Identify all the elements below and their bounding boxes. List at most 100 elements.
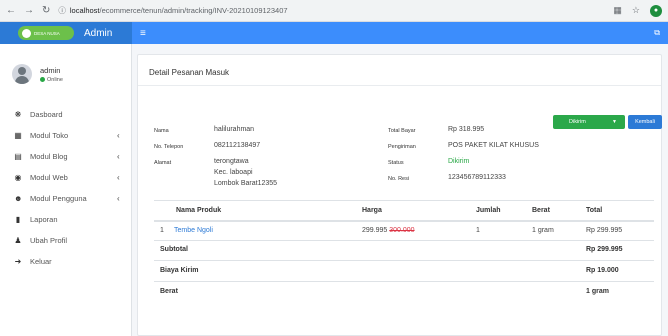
chevron-left-icon: ‹ (117, 152, 120, 161)
url-host: localhost (69, 6, 100, 15)
product-weight: 1 gram (532, 227, 554, 234)
chevron-left-icon: ‹ (117, 131, 120, 140)
chevron-left-icon: ‹ (117, 173, 120, 182)
avatar (12, 64, 32, 84)
file-icon: ▮ (15, 215, 21, 224)
status-label: Status (388, 160, 404, 166)
price-original: 300.000 (389, 227, 415, 234)
palette-icon: ❋ (14, 110, 22, 119)
row-number: 1 (160, 227, 164, 234)
product-link[interactable]: Tembe Ngoli (174, 227, 213, 234)
back-icon[interactable]: ← (6, 5, 16, 16)
alamat-line-2: Kec. laboapi (214, 169, 253, 176)
user-status: Online (40, 77, 63, 83)
sidebar-menu: ❋ Dasboard ▦ Modul Toko ‹ ▤ Modul Blog ‹… (0, 104, 131, 272)
table-top-border (154, 200, 654, 201)
chevron-left-icon: ‹ (117, 194, 120, 203)
pengiriman-value: POS PAKET KILAT KHUSUS (448, 142, 539, 149)
pengiriman-label: Pengiriman (388, 144, 416, 150)
subtotal-label: Subtotal (160, 246, 188, 253)
caret-down-icon: ▼ (612, 119, 617, 125)
user-panel: admin Online (0, 44, 131, 92)
user-name: admin (40, 65, 61, 75)
address-bar[interactable]: ⓘ localhost /ecommerce/tenun/admin/track… (58, 5, 613, 16)
row-divider (154, 281, 654, 282)
product-price: 299.995 300.000 (362, 227, 415, 234)
star-icon[interactable]: ☆ (632, 5, 640, 16)
url-path: /ecommerce/tenun/admin/tracking/INV-2021… (99, 6, 288, 15)
total-bayar-label: Total Bayar (388, 128, 416, 134)
nama-label: Nama (154, 128, 169, 134)
sidebar-item-label: Modul Pengguna (30, 194, 87, 203)
sidebar-item-label: Modul Blog (30, 152, 68, 161)
browser-toolbar: ← → ↻ ⓘ localhost /ecommerce/tenun/admin… (0, 0, 668, 22)
sidebar-item-keluar[interactable]: ➜ Keluar (0, 251, 131, 272)
sidebar-item-modul-blog[interactable]: ▤ Modul Blog ‹ (0, 146, 131, 167)
alamat-label: Alamat (154, 160, 172, 166)
nama-value: halilurahman (214, 126, 255, 133)
alamat-line-3: Lombok Barat12355 (214, 180, 278, 187)
product-total: Rp 299.995 (586, 227, 623, 234)
navbar: ≡ ⧉ (132, 22, 668, 44)
sidebar-item-dasboard[interactable]: ❋ Dasboard (0, 104, 131, 125)
telepon-label: No. Telepon (154, 144, 184, 150)
th-total: Total (586, 207, 603, 214)
hamburger-icon[interactable]: ≡ (140, 28, 146, 39)
row-divider (154, 240, 654, 241)
biaya-kirim-label: Biaya Kirim (160, 267, 199, 274)
sidebar-item-modul-toko[interactable]: ▦ Modul Toko ‹ (0, 125, 131, 146)
reload-icon[interactable]: ↻ (42, 5, 50, 16)
logo-mark-icon (22, 28, 31, 38)
telepon-value: 082112138497 (214, 142, 261, 149)
berat-label: Berat (160, 288, 178, 295)
user-icon: ♟ (14, 236, 22, 245)
sign-out-icon: ➜ (14, 257, 22, 266)
resi-label: No. Resi (388, 176, 410, 182)
online-dot-icon (40, 77, 45, 82)
expand-icon[interactable]: ⧉ (654, 28, 660, 38)
info-icon: ⓘ (58, 6, 66, 15)
forward-icon[interactable]: → (24, 5, 34, 16)
berat-value: 1 gram (586, 288, 609, 295)
profile-icon[interactable]: ● (650, 4, 662, 17)
sidebar-item-laporan[interactable]: ▮ Laporan (0, 209, 131, 230)
biaya-kirim-value: Rp 19.000 (586, 267, 619, 274)
sidebar: admin Online ❋ Dasboard ▦ Modul Toko ‹ ▤… (0, 44, 132, 336)
product-qty: 1 (476, 227, 480, 234)
sidebar-item-label: Dasboard (30, 110, 63, 119)
sidebar-item-label: Ubah Profil (30, 236, 68, 245)
app-header: DESA NUSA Admin ≡ ⧉ (0, 22, 668, 44)
brand-name: Admin (84, 27, 113, 39)
sidebar-item-label: Modul Toko (30, 131, 69, 140)
page-title: Detail Pesanan Masuk (149, 68, 230, 77)
sidebar-item-modul-web[interactable]: ◉ Modul Web ‹ (0, 167, 131, 188)
sidebar-item-label: Keluar (30, 257, 52, 266)
user-status-text: Online (47, 76, 63, 83)
resi-value: 123456789112333 (448, 174, 506, 181)
th-harga: Harga (362, 207, 382, 214)
brand-logo-text: DESA NUSA (34, 30, 60, 36)
sidebar-item-modul-pengguna[interactable]: ☻ Modul Pengguna ‹ (0, 188, 131, 209)
newspaper-icon: ▤ (14, 152, 22, 161)
translate-icon[interactable]: ▦ (613, 5, 622, 16)
status-dropdown-button[interactable]: Dikirim ▼ (553, 115, 625, 129)
main-content: Detail Pesanan Masuk Dikirim ▼ Kembali N… (132, 44, 668, 336)
grid-icon: ▦ (14, 131, 22, 140)
row-divider (154, 260, 654, 261)
alamat-line-1: terongtawa (214, 158, 249, 165)
divider (138, 85, 661, 86)
back-button[interactable]: Kembali (628, 115, 662, 129)
subtotal-value: Rp 299.995 (586, 246, 623, 253)
status-dropdown-label: Dikirim (569, 119, 586, 125)
order-detail-card: Detail Pesanan Masuk Dikirim ▼ Kembali N… (137, 54, 662, 336)
globe-icon: ◉ (14, 173, 22, 182)
users-icon: ☻ (14, 194, 23, 203)
brand-logo: DESA NUSA (18, 26, 74, 40)
brand[interactable]: DESA NUSA Admin (0, 22, 132, 44)
status-value: Dikirim (448, 158, 470, 165)
total-bayar-value: Rp 318.995 (448, 126, 485, 133)
sidebar-item-ubah-profil[interactable]: ♟ Ubah Profil (0, 230, 131, 251)
price-current: 299.995 (362, 227, 388, 234)
th-nama-produk: Nama Produk (176, 207, 222, 214)
table-header-border (154, 220, 654, 222)
